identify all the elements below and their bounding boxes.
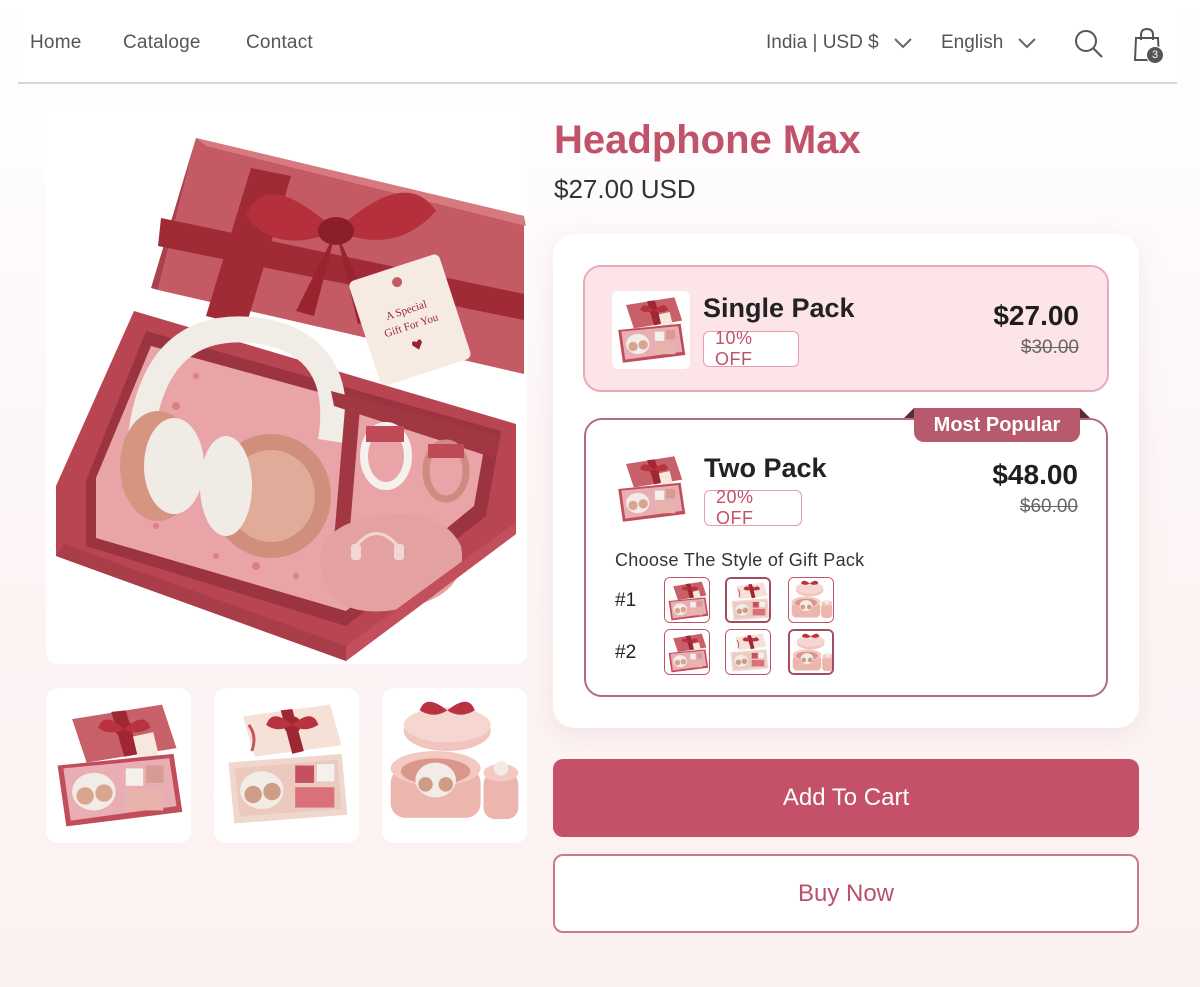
product-main-image[interactable]: A Special Gift For You bbox=[46, 106, 527, 664]
thumbnail-cream-gift-box[interactable] bbox=[214, 688, 359, 843]
discount-badge: 20% OFF bbox=[704, 487, 802, 528]
pack-price: $48.00 bbox=[992, 459, 1078, 490]
product-title: Headphone Max bbox=[554, 118, 861, 162]
chevron-down-icon bbox=[893, 38, 912, 49]
style-option-2-1[interactable] bbox=[664, 629, 710, 675]
pack-name: Single Pack bbox=[703, 293, 855, 323]
gift-box-thumbnail bbox=[612, 291, 690, 369]
add-to-cart-button[interactable]: Add To Cart bbox=[553, 759, 1139, 837]
pack-name: Two Pack bbox=[704, 453, 827, 483]
gift-box-thumbnail bbox=[46, 688, 191, 843]
discount-badge: 10% OFF bbox=[703, 328, 799, 369]
gift-box-thumbnail bbox=[790, 631, 834, 675]
gift-box-thumbnail bbox=[214, 688, 359, 843]
buy-now-button[interactable]: Buy Now bbox=[553, 854, 1139, 933]
pack-option-two[interactable]: Most Popular Two Pack 20% OFF $48.00 $60… bbox=[584, 408, 1108, 697]
search-icon[interactable] bbox=[1074, 29, 1104, 59]
region-currency-selector[interactable]: India | USD $ bbox=[766, 32, 913, 54]
gift-box-thumbnail bbox=[727, 579, 771, 623]
gift-box-thumbnail bbox=[612, 450, 690, 528]
pack-thumbnail bbox=[612, 291, 690, 369]
pack-original-price: $30.00 bbox=[1020, 337, 1079, 358]
product-price: $27.00 USD bbox=[554, 174, 696, 204]
most-popular-badge: Most Popular bbox=[904, 408, 1090, 442]
style-row-label-1: #1 bbox=[615, 590, 637, 611]
nav-home[interactable]: Home bbox=[30, 32, 81, 54]
language-label: English bbox=[941, 32, 1004, 53]
style-row-label-2: #2 bbox=[615, 642, 637, 663]
style-option-1-2[interactable] bbox=[725, 577, 771, 623]
thumbnail-round-gift-box[interactable] bbox=[382, 688, 527, 843]
gift-box-thumbnail bbox=[665, 578, 710, 623]
thumbnail-red-gift-box[interactable] bbox=[46, 688, 191, 843]
gift-box-thumbnail bbox=[665, 630, 710, 675]
style-option-2-2[interactable] bbox=[725, 629, 771, 675]
pack-thumbnail bbox=[612, 450, 690, 528]
region-currency-label: India | USD $ bbox=[766, 32, 879, 53]
nav-catalog[interactable]: Cataloge bbox=[123, 32, 201, 54]
chevron-down-icon bbox=[1018, 38, 1037, 49]
pack-original-price: $60.00 bbox=[1019, 496, 1078, 517]
cart-count-badge: 3 bbox=[1146, 46, 1164, 64]
top-nav: Home Cataloge Contact India | USD $ Engl… bbox=[18, 0, 1177, 84]
pack-price: $27.00 bbox=[993, 300, 1079, 331]
gift-style-label: Choose The Style of Gift Pack bbox=[615, 550, 865, 570]
language-selector[interactable]: English bbox=[941, 32, 1037, 54]
gift-box-thumbnail bbox=[789, 578, 834, 623]
gift-box-illustration: A Special Gift For You bbox=[46, 106, 527, 664]
style-option-1-3[interactable] bbox=[788, 577, 834, 623]
style-option-1-1[interactable] bbox=[664, 577, 710, 623]
gift-box-thumbnail bbox=[726, 630, 771, 675]
gift-box-thumbnail bbox=[382, 688, 527, 843]
pack-option-single[interactable]: Single Pack 10% OFF $27.00 $30.00 bbox=[583, 265, 1109, 392]
nav-contact[interactable]: Contact bbox=[246, 32, 313, 54]
style-option-2-3[interactable] bbox=[788, 629, 834, 675]
pack-options-card: Single Pack 10% OFF $27.00 $30.00 Most P… bbox=[553, 234, 1139, 728]
